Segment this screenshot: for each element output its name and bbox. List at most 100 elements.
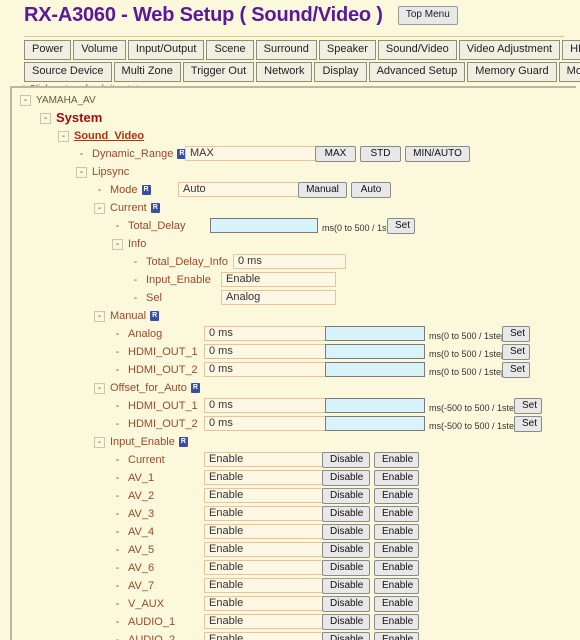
leaf-dash: - (115, 472, 120, 485)
expander-lipsync-current[interactable]: - (94, 202, 105, 214)
input-manual-hdmi-out-2[interactable] (325, 362, 425, 377)
button-input-enable-enable[interactable]: Enable (374, 560, 419, 576)
tab-sound-video[interactable]: Sound/Video (377, 40, 457, 60)
button-input-enable-disable[interactable]: Disable (322, 470, 370, 486)
tab-surround[interactable]: Surround (255, 40, 317, 60)
refresh-icon-manual[interactable]: R (150, 311, 160, 322)
button-input-enable-disable[interactable]: Disable (322, 506, 370, 522)
button-lipsync-mode-auto[interactable]: Auto (351, 182, 391, 198)
button-input-enable-disable[interactable]: Disable (322, 578, 370, 594)
tree-label-sound-video[interactable]: Sound_Video (74, 127, 144, 145)
tab-model-information[interactable]: Model Information (558, 62, 580, 82)
refresh-icon-offset-for-auto[interactable]: R (190, 383, 200, 394)
input-total-delay[interactable] (210, 218, 318, 233)
expander-yamaha-av[interactable]: - (20, 95, 31, 106)
label-offset-for-auto: Offset_for_Auto (110, 382, 187, 395)
expander-manual[interactable]: - (94, 310, 105, 322)
tab-source-device[interactable]: Source Device (24, 62, 112, 82)
tree-node-system: - System (18, 109, 576, 127)
tab-display[interactable]: Display (314, 62, 367, 82)
button-input-enable-disable[interactable]: Disable (322, 452, 370, 468)
button-input-enable-disable[interactable]: Disable (322, 524, 370, 540)
leaf-dash: - (115, 616, 120, 629)
tree-label-system: System (56, 110, 103, 126)
expander-lipsync[interactable]: - (76, 166, 87, 178)
value-input-enable-item: Enable (204, 506, 327, 521)
button-input-enable-disable[interactable]: Disable (322, 614, 370, 630)
expander-system[interactable]: - (40, 112, 51, 124)
expander-offset-for-auto[interactable]: - (94, 382, 105, 394)
row-total-delay: - Total_Delay ms(0 to 500 / 1step) Set (18, 217, 576, 235)
tab-video-adjustment[interactable]: Video Adjustment (458, 40, 561, 60)
button-lipsync-mode-manual[interactable]: Manual (298, 182, 347, 198)
tab-advanced-setup[interactable]: Advanced Setup (368, 62, 466, 82)
leaf-dash: - (115, 328, 120, 341)
button-input-enable-enable[interactable]: Enable (374, 506, 419, 522)
tab-power[interactable]: Power (24, 40, 72, 60)
button-dynamic-range-max[interactable]: MAX (315, 146, 356, 162)
button-input-enable-enable[interactable]: Enable (374, 578, 419, 594)
expander-input-enable[interactable]: - (94, 436, 105, 448)
label-input-enable-item: AV_7 (128, 580, 155, 593)
input-manual-analog[interactable] (325, 326, 425, 341)
label-offset-hdmi-out-1: HDMI_OUT_1 (128, 400, 198, 413)
button-input-enable-enable[interactable]: Enable (374, 524, 419, 540)
leaf-dash: - (79, 148, 84, 161)
button-set-manual-hdmi-out-2[interactable]: Set (502, 362, 530, 378)
button-input-enable-disable[interactable]: Disable (322, 542, 370, 558)
button-input-enable-enable[interactable]: Enable (374, 452, 419, 468)
button-dynamic-range-minauto[interactable]: MIN/AUTO (405, 146, 470, 162)
label-manual-hdmi-out-1: HDMI_OUT_1 (128, 346, 198, 359)
value-manual-analog: 0 ms (204, 326, 327, 341)
button-input-enable-disable[interactable]: Disable (322, 488, 370, 504)
button-input-enable-disable[interactable]: Disable (322, 596, 370, 612)
button-input-enable-disable[interactable]: Disable (322, 632, 370, 640)
input-offset-hdmi-out-1[interactable] (325, 398, 425, 413)
tree-node-info: - Info (18, 235, 576, 253)
refresh-icon-lipsync-current[interactable]: R (150, 203, 160, 214)
tree-node-sound-video: - Sound_Video (18, 127, 576, 145)
tab-volume[interactable]: Volume (73, 40, 126, 60)
button-set-offset-hdmi-out-1[interactable]: Set (514, 398, 542, 414)
leaf-dash: - (115, 526, 120, 539)
value-info-sel: Analog (221, 290, 336, 305)
button-input-enable-disable[interactable]: Disable (322, 560, 370, 576)
leaf-dash: - (115, 346, 120, 359)
top-menu-button[interactable]: Top Menu (397, 6, 458, 25)
tab-scene[interactable]: Scene (206, 40, 254, 60)
value-offset-hdmi-out-2: 0 ms (204, 416, 327, 431)
tree-node-offset-for-auto: - Offset_for_Auto R (18, 379, 576, 397)
tab-trigger-out[interactable]: Trigger Out (182, 62, 255, 82)
tab-multi-zone[interactable]: Multi Zone (113, 62, 181, 82)
input-manual-hdmi-out-1[interactable] (325, 344, 425, 359)
refresh-icon-input-enable[interactable]: R (178, 437, 188, 448)
button-input-enable-enable[interactable]: Enable (374, 470, 419, 486)
button-set-manual-hdmi-out-1[interactable]: Set (502, 344, 530, 360)
label-input-enable-item: Current (128, 454, 165, 467)
tab-hdmi[interactable]: HDMI (562, 40, 580, 60)
tab-input-output[interactable]: Input/Output (127, 40, 205, 60)
button-set-total-delay[interactable]: Set (387, 218, 415, 234)
input-offset-hdmi-out-2[interactable] (325, 416, 425, 431)
row-info-sel: - Sel Analog (18, 289, 576, 307)
button-input-enable-enable[interactable]: Enable (374, 596, 419, 612)
value-input-enable-item: Enable (204, 614, 327, 629)
button-input-enable-enable[interactable]: Enable (374, 614, 419, 630)
expander-sound-video[interactable]: - (58, 130, 69, 142)
button-input-enable-enable[interactable]: Enable (374, 488, 419, 504)
tab-speaker[interactable]: Speaker (318, 40, 376, 60)
tab-network[interactable]: Network (256, 62, 313, 82)
row-input-enable-item: - AV_6 Enable Disable Enable (18, 559, 576, 577)
refresh-icon-lipsync-mode[interactable]: R (141, 185, 151, 196)
button-input-enable-enable[interactable]: Enable (374, 542, 419, 558)
row-total-delay-info: - Total_Delay_Info 0 ms (18, 253, 576, 271)
button-input-enable-enable[interactable]: Enable (374, 632, 419, 640)
leaf-dash: - (115, 400, 120, 413)
button-set-offset-hdmi-out-2[interactable]: Set (514, 416, 542, 432)
tab-memory-guard[interactable]: Memory Guard (467, 62, 557, 82)
button-set-manual-analog[interactable]: Set (502, 326, 530, 342)
expander-info[interactable]: - (112, 238, 123, 250)
button-dynamic-range-std[interactable]: STD (360, 146, 401, 162)
leaf-dash: - (115, 220, 120, 233)
row-input-enable-item: - V_AUX Enable Disable Enable (18, 595, 576, 613)
